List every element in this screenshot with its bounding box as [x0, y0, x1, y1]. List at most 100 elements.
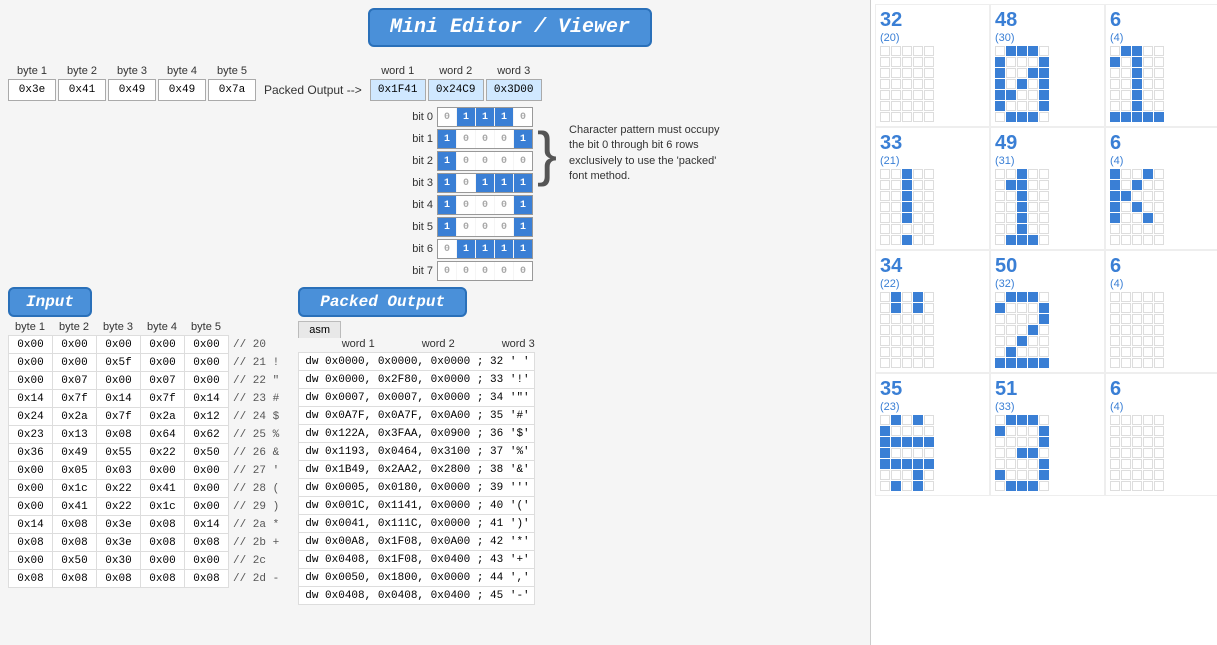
word-col-2: word 2	[428, 65, 484, 101]
byte-input-3[interactable]	[108, 79, 156, 101]
bit-row-label: bit 7	[398, 265, 433, 277]
input-label-box: Input	[8, 287, 92, 317]
pixel-cell	[1006, 325, 1016, 335]
bit-cell[interactable]: 0	[438, 240, 456, 258]
byte-input-5[interactable]	[208, 79, 256, 101]
bit-cell[interactable]: 0	[457, 262, 475, 280]
pixel-cell	[1006, 169, 1016, 179]
bit-cell[interactable]: 0	[495, 196, 513, 214]
brace-note-area: } Character pattern must occupy the bit …	[537, 123, 729, 185]
out-col-h1: word 1	[318, 338, 398, 350]
bit-cell[interactable]: 1	[476, 240, 494, 258]
pixel-cell	[880, 191, 890, 201]
pixel-cell	[1017, 191, 1027, 201]
input-col-headers: byte 1 byte 2 byte 3 byte 4 byte 5	[8, 321, 284, 333]
pixel-cell	[1154, 336, 1164, 346]
bit-cell[interactable]: 1	[514, 240, 532, 258]
pixel-cell	[1028, 90, 1038, 100]
pixel-cell	[1039, 303, 1049, 313]
bit-cell[interactable]: 0	[476, 130, 494, 148]
bit-cell[interactable]: 0	[495, 152, 513, 170]
word-output-2[interactable]	[428, 79, 484, 101]
pixel-cell	[1143, 481, 1153, 491]
bit-cell[interactable]: 1	[495, 174, 513, 192]
pixel-cell	[1143, 235, 1153, 245]
bit-cell[interactable]: 0	[476, 218, 494, 236]
pixel-grid	[995, 415, 1049, 491]
bit-cell[interactable]: 0	[457, 196, 475, 214]
pixel-cell	[1154, 470, 1164, 480]
bit-cell[interactable]: 1	[495, 108, 513, 126]
output-row-text: dw 0x001C, 0x1141, 0x0000 ; 40 '('	[299, 497, 534, 515]
bit-cell[interactable]: 0	[495, 130, 513, 148]
bit-cell[interactable]: 1	[514, 174, 532, 192]
asm-tab[interactable]: asm	[298, 321, 341, 338]
bit-cell[interactable]: 0	[514, 108, 532, 126]
bit-cell[interactable]: 0	[457, 130, 475, 148]
pixel-cell	[1143, 314, 1153, 324]
bit-cell[interactable]: 0	[514, 152, 532, 170]
bit-cell[interactable]: 1	[514, 218, 532, 236]
bit-cell[interactable]: 1	[476, 174, 494, 192]
word-output-1[interactable]	[370, 79, 426, 101]
bit-cell[interactable]: 1	[438, 130, 456, 148]
pixel-cell	[995, 303, 1005, 313]
char-block: 35(23)	[875, 373, 990, 496]
pixel-grid	[995, 46, 1049, 122]
pixel-cell	[1017, 292, 1027, 302]
pixel-cell	[1006, 191, 1016, 201]
bit-cell[interactable]: 0	[457, 152, 475, 170]
input-col-h2: byte 2	[52, 321, 96, 333]
bit-cell[interactable]: 1	[438, 196, 456, 214]
pixel-cell	[924, 415, 934, 425]
pixel-cell	[1039, 448, 1049, 458]
bit-cell[interactable]: 0	[476, 152, 494, 170]
byte-input-4[interactable]	[158, 79, 206, 101]
bit-cell[interactable]: 1	[438, 218, 456, 236]
pixel-cell	[891, 325, 901, 335]
pixel-cell	[1017, 347, 1027, 357]
bit-cell[interactable]: 1	[438, 152, 456, 170]
bit-cell[interactable]: 0	[476, 262, 494, 280]
bit-cell[interactable]: 0	[495, 262, 513, 280]
bit-cell[interactable]: 1	[495, 240, 513, 258]
table-row: 0x080x080x3e0x080x08// 2b +	[9, 534, 284, 552]
pixel-cell	[1121, 169, 1131, 179]
pixel-cell	[924, 303, 934, 313]
byte-label-1: byte 1	[17, 65, 47, 77]
pixel-cell	[891, 437, 901, 447]
bit-cell[interactable]: 1	[457, 240, 475, 258]
pixel-cell	[913, 169, 923, 179]
bit-cell[interactable]: 0	[514, 262, 532, 280]
pixel-cell	[913, 213, 923, 223]
bit-row-label: bit 6	[398, 243, 433, 255]
pixel-cell	[1121, 415, 1131, 425]
bit-cell[interactable]: 1	[514, 130, 532, 148]
pixel-cell	[995, 101, 1005, 111]
word-output-3[interactable]	[486, 79, 542, 101]
bit-cell[interactable]: 0	[457, 174, 475, 192]
pixel-cell	[1110, 180, 1120, 190]
table-cell: 0x08	[9, 534, 53, 552]
bit-cell[interactable]: 1	[476, 108, 494, 126]
bit-cell[interactable]: 0	[457, 218, 475, 236]
input-table: 0x000x000x000x000x00// 200x000x000x5f0x0…	[8, 335, 284, 588]
char-number-sub: (4)	[1110, 32, 1123, 44]
bit-cell[interactable]: 0	[495, 218, 513, 236]
pixel-cell	[1132, 325, 1142, 335]
pixel-cell	[1121, 213, 1131, 223]
bit-cell[interactable]: 1	[438, 174, 456, 192]
pixel-cell	[924, 46, 934, 56]
table-row: dw 0x0000, 0x2F80, 0x0000 ; 33 '!'	[299, 371, 534, 389]
bit-cell[interactable]: 0	[476, 196, 494, 214]
input-col-h3: byte 3	[96, 321, 140, 333]
pixel-cell	[891, 314, 901, 324]
table-comment: // 2a *	[229, 516, 284, 534]
bit-cell[interactable]: 0	[438, 108, 456, 126]
byte-input-1[interactable]	[8, 79, 56, 101]
pixel-cell	[1017, 448, 1027, 458]
bit-cell[interactable]: 0	[438, 262, 456, 280]
bit-cell[interactable]: 1	[457, 108, 475, 126]
byte-input-2[interactable]	[58, 79, 106, 101]
bit-cell[interactable]: 1	[514, 196, 532, 214]
